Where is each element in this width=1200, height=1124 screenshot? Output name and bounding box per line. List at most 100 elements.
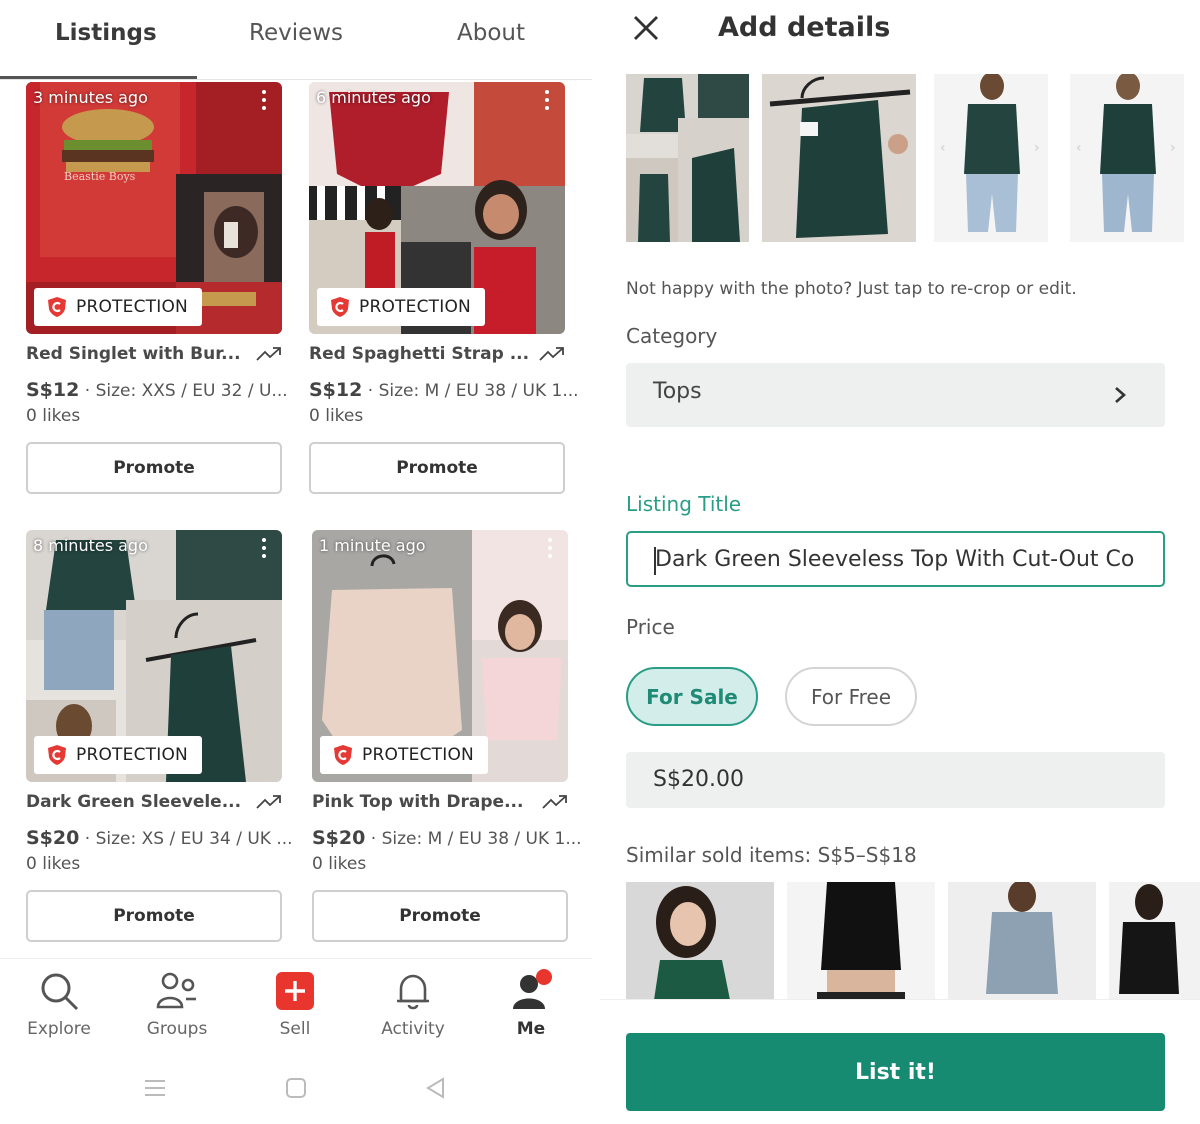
text-cursor: [654, 547, 656, 575]
similar-item[interactable]: [626, 882, 774, 1000]
profile-tabs: Listings Reviews About: [0, 0, 592, 80]
chevron-right-icon: [1115, 387, 1126, 403]
price-input[interactable]: S$20.00: [626, 752, 1165, 808]
profile-screen: Listings Reviews About Beastie Boys 3 mi…: [0, 0, 592, 1124]
protection-badge: PROTECTION: [34, 736, 202, 774]
listing-price-row: S$20 · Size: M / EU 38 / UK 1...: [312, 827, 582, 849]
nav-explore[interactable]: Explore: [9, 969, 109, 1039]
promote-button[interactable]: Promote: [312, 890, 568, 942]
search-icon: [41, 973, 79, 1011]
more-options-icon[interactable]: [262, 538, 268, 562]
listing-likes: 0 likes: [312, 854, 367, 874]
photo-thumbnail[interactable]: [762, 74, 916, 242]
listing-time: 6 minutes ago: [316, 88, 431, 107]
similar-item[interactable]: [948, 882, 1096, 1000]
add-details-screen: Add details ‹ › ‹ › Not happy with the pho…: [600, 0, 1200, 1124]
nav-activity[interactable]: Activity: [363, 969, 463, 1039]
plus-icon: [276, 972, 314, 1010]
listing-likes: 0 likes: [26, 406, 81, 426]
home-icon[interactable]: [284, 1076, 308, 1100]
trending-icon[interactable]: [256, 794, 282, 810]
page-title: Add details: [718, 12, 891, 43]
similar-item[interactable]: [787, 882, 935, 1000]
tab-reviews[interactable]: Reviews: [249, 20, 343, 46]
tab-about[interactable]: About: [457, 20, 525, 46]
category-label: Category: [626, 324, 718, 348]
category-value: Tops: [653, 379, 702, 404]
listing-price: S$20: [26, 827, 80, 849]
listing-photo[interactable]: 8 minutes ago PROTECTION: [26, 530, 282, 782]
promote-button[interactable]: Promote: [309, 442, 565, 494]
bottom-navigation: Explore Groups Sell Activity Me: [0, 958, 592, 1058]
shield-icon: [48, 745, 66, 765]
listing-price: S$12: [26, 379, 80, 401]
protection-badge: PROTECTION: [34, 288, 202, 326]
svg-text:‹: ‹: [940, 140, 946, 156]
svg-text:›: ›: [1034, 140, 1040, 156]
listing-likes: 0 likes: [26, 854, 81, 874]
listing-time: 1 minute ago: [319, 536, 426, 555]
tab-listings[interactable]: Listings: [55, 20, 157, 46]
protection-badge: PROTECTION: [320, 736, 488, 774]
listing-size: · Size: XS / EU 34 / UK ...: [79, 829, 293, 849]
listing-price: S$20: [312, 827, 366, 849]
listing-photo[interactable]: Beastie Boys 3 minutes ago PROTECTION: [26, 82, 282, 334]
photo-thumbnail[interactable]: ‹ ›: [934, 74, 1048, 242]
trending-icon[interactable]: [542, 794, 568, 810]
photo-strip: ‹ › ‹ ›: [626, 74, 1200, 244]
list-it-button[interactable]: List it!: [626, 1033, 1165, 1111]
svg-text:‹: ‹: [1076, 140, 1082, 156]
similar-sold-label: Similar sold items: S$5–S$18: [626, 843, 917, 867]
svg-text:›: ›: [1170, 140, 1176, 156]
trending-icon[interactable]: [256, 346, 282, 362]
similar-item[interactable]: [1109, 882, 1200, 1000]
category-select[interactable]: Tops: [626, 363, 1165, 427]
nav-groups[interactable]: Groups: [127, 969, 227, 1039]
listing-title-input[interactable]: Dark Green Sleeveless Top With Cut-Out C…: [626, 531, 1165, 587]
close-icon[interactable]: [632, 14, 660, 42]
more-options-icon[interactable]: [545, 90, 551, 114]
more-options-icon[interactable]: [548, 538, 554, 562]
listing-title: Red Spaghetti Strap ...: [309, 344, 530, 364]
shield-icon: [331, 297, 349, 317]
back-icon[interactable]: [424, 1076, 448, 1100]
listing-likes: 0 likes: [309, 406, 364, 426]
for-sale-option[interactable]: For Sale: [626, 667, 758, 726]
nav-sell[interactable]: Sell: [245, 969, 345, 1039]
promote-button[interactable]: Promote: [26, 890, 282, 942]
price-value: S$20.00: [653, 767, 744, 792]
promote-button[interactable]: Promote: [26, 442, 282, 494]
nav-me[interactable]: Me: [481, 969, 581, 1039]
listing-price-row: S$12 · Size: XXS / EU 32 / U...: [26, 379, 288, 401]
listing-photo[interactable]: 1 minute ago PROTECTION: [312, 530, 568, 782]
photo-edit-hint: Not happy with the photo? Just tap to re…: [626, 279, 1077, 299]
listing-title-value: Dark Green Sleeveless Top With Cut-Out C…: [655, 547, 1135, 572]
for-free-option[interactable]: For Free: [785, 667, 917, 726]
listing-size: · Size: M / EU 38 / UK 1...: [365, 829, 582, 849]
active-tab-indicator: [0, 76, 197, 79]
system-navigation-bar: [0, 1060, 592, 1120]
listing-title: Red Singlet with Bur...: [26, 344, 241, 364]
listing-size: · Size: XXS / EU 32 / U...: [79, 381, 288, 401]
listing-photo[interactable]: 6 minutes ago PROTECTION: [309, 82, 565, 334]
bell-icon: [397, 974, 429, 1010]
shield-icon: [48, 297, 66, 317]
trending-icon[interactable]: [539, 346, 565, 362]
listing-price-row: S$20 · Size: XS / EU 34 / UK ...: [26, 827, 293, 849]
listing-time: 3 minutes ago: [33, 88, 148, 107]
notification-dot: [536, 969, 552, 985]
photo-thumbnail[interactable]: [626, 74, 749, 242]
listing-size: · Size: M / EU 38 / UK 1...: [362, 381, 579, 401]
listing-title-label: Listing Title: [626, 492, 742, 516]
groups-icon: [156, 972, 196, 1009]
listing-price: S$12: [309, 379, 363, 401]
listing-time: 8 minutes ago: [33, 536, 148, 555]
more-options-icon[interactable]: [262, 90, 268, 114]
header: Add details: [600, 0, 1200, 66]
photo-thumbnail[interactable]: ‹ ›: [1070, 74, 1184, 242]
menu-icon[interactable]: [143, 1076, 167, 1100]
protection-badge: PROTECTION: [317, 288, 485, 326]
listing-title: Dark Green Sleevele...: [26, 792, 242, 812]
shield-icon: [334, 745, 352, 765]
price-label: Price: [626, 615, 675, 639]
